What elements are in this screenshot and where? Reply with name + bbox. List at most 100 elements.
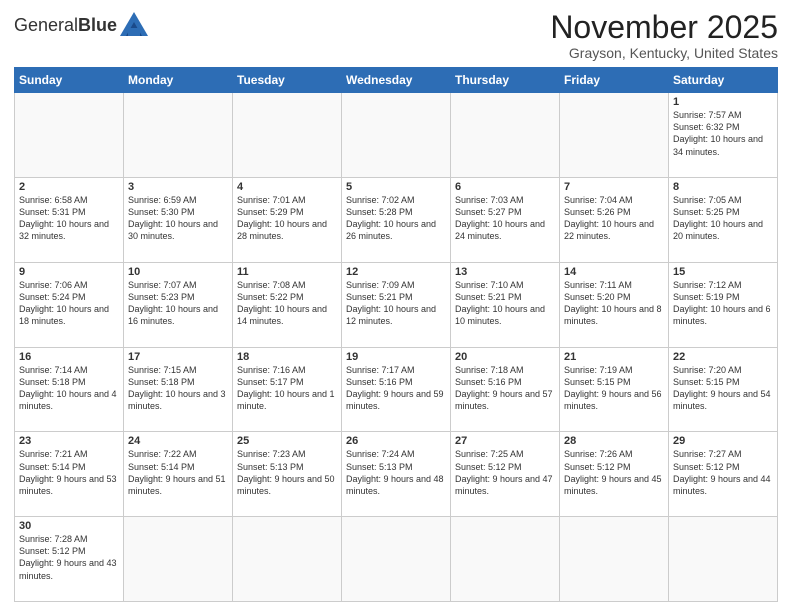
day-info: Sunrise: 7:01 AM Sunset: 5:29 PM Dayligh… xyxy=(237,194,337,243)
day-number: 17 xyxy=(128,351,228,363)
calendar-cell: 21Sunrise: 7:19 AM Sunset: 5:15 PM Dayli… xyxy=(560,347,669,432)
day-number: 19 xyxy=(346,351,446,363)
calendar-cell: 6Sunrise: 7:03 AM Sunset: 5:27 PM Daylig… xyxy=(451,177,560,262)
day-info: Sunrise: 7:14 AM Sunset: 5:18 PM Dayligh… xyxy=(19,364,119,413)
day-info: Sunrise: 7:03 AM Sunset: 5:27 PM Dayligh… xyxy=(455,194,555,243)
calendar-cell: 28Sunrise: 7:26 AM Sunset: 5:12 PM Dayli… xyxy=(560,432,669,517)
calendar-cell: 20Sunrise: 7:18 AM Sunset: 5:16 PM Dayli… xyxy=(451,347,560,432)
calendar-cell: 13Sunrise: 7:10 AM Sunset: 5:21 PM Dayli… xyxy=(451,262,560,347)
calendar-cell xyxy=(451,93,560,178)
day-info: Sunrise: 7:57 AM Sunset: 6:32 PM Dayligh… xyxy=(673,109,773,158)
calendar-cell xyxy=(124,517,233,602)
day-number: 11 xyxy=(237,266,337,278)
day-info: Sunrise: 7:27 AM Sunset: 5:12 PM Dayligh… xyxy=(673,448,773,497)
title-section: November 2025 Grayson, Kentucky, United … xyxy=(550,10,778,61)
day-number: 30 xyxy=(19,520,119,532)
day-info: Sunrise: 7:09 AM Sunset: 5:21 PM Dayligh… xyxy=(346,279,446,328)
day-number: 6 xyxy=(455,181,555,193)
day-number: 7 xyxy=(564,181,664,193)
calendar-cell: 25Sunrise: 7:23 AM Sunset: 5:13 PM Dayli… xyxy=(233,432,342,517)
day-number: 27 xyxy=(455,435,555,447)
calendar-cell xyxy=(233,517,342,602)
day-number: 24 xyxy=(128,435,228,447)
calendar-cell: 5Sunrise: 7:02 AM Sunset: 5:28 PM Daylig… xyxy=(342,177,451,262)
calendar-cell xyxy=(451,517,560,602)
calendar-cell: 3Sunrise: 6:59 AM Sunset: 5:30 PM Daylig… xyxy=(124,177,233,262)
day-of-week-header: Tuesday xyxy=(233,68,342,93)
calendar-cell: 27Sunrise: 7:25 AM Sunset: 5:12 PM Dayli… xyxy=(451,432,560,517)
calendar-cell: 15Sunrise: 7:12 AM Sunset: 5:19 PM Dayli… xyxy=(669,262,778,347)
calendar-cell: 26Sunrise: 7:24 AM Sunset: 5:13 PM Dayli… xyxy=(342,432,451,517)
day-of-week-header: Friday xyxy=(560,68,669,93)
calendar-cell: 23Sunrise: 7:21 AM Sunset: 5:14 PM Dayli… xyxy=(15,432,124,517)
header: GeneralBlue November 2025 Grayson, Kentu… xyxy=(14,10,778,61)
day-info: Sunrise: 7:26 AM Sunset: 5:12 PM Dayligh… xyxy=(564,448,664,497)
calendar-cell: 22Sunrise: 7:20 AM Sunset: 5:15 PM Dayli… xyxy=(669,347,778,432)
logo: GeneralBlue xyxy=(14,14,148,38)
day-number: 1 xyxy=(673,96,773,108)
calendar-cell xyxy=(669,517,778,602)
day-number: 18 xyxy=(237,351,337,363)
calendar-cell: 24Sunrise: 7:22 AM Sunset: 5:14 PM Dayli… xyxy=(124,432,233,517)
calendar-cell: 1Sunrise: 7:57 AM Sunset: 6:32 PM Daylig… xyxy=(669,93,778,178)
calendar-cell xyxy=(15,93,124,178)
day-of-week-header: Wednesday xyxy=(342,68,451,93)
calendar-cell: 7Sunrise: 7:04 AM Sunset: 5:26 PM Daylig… xyxy=(560,177,669,262)
day-number: 28 xyxy=(564,435,664,447)
day-info: Sunrise: 7:15 AM Sunset: 5:18 PM Dayligh… xyxy=(128,364,228,413)
calendar-cell: 10Sunrise: 7:07 AM Sunset: 5:23 PM Dayli… xyxy=(124,262,233,347)
day-info: Sunrise: 7:12 AM Sunset: 5:19 PM Dayligh… xyxy=(673,279,773,328)
day-number: 8 xyxy=(673,181,773,193)
day-info: Sunrise: 7:19 AM Sunset: 5:15 PM Dayligh… xyxy=(564,364,664,413)
day-number: 29 xyxy=(673,435,773,447)
day-of-week-header: Thursday xyxy=(451,68,560,93)
calendar-cell: 11Sunrise: 7:08 AM Sunset: 5:22 PM Dayli… xyxy=(233,262,342,347)
day-number: 22 xyxy=(673,351,773,363)
location: Grayson, Kentucky, United States xyxy=(550,45,778,61)
day-number: 2 xyxy=(19,181,119,193)
page: GeneralBlue November 2025 Grayson, Kentu… xyxy=(0,0,792,612)
day-number: 5 xyxy=(346,181,446,193)
day-number: 10 xyxy=(128,266,228,278)
day-info: Sunrise: 7:02 AM Sunset: 5:28 PM Dayligh… xyxy=(346,194,446,243)
calendar-cell xyxy=(342,517,451,602)
calendar-cell: 9Sunrise: 7:06 AM Sunset: 5:24 PM Daylig… xyxy=(15,262,124,347)
calendar-cell xyxy=(124,93,233,178)
day-info: Sunrise: 7:22 AM Sunset: 5:14 PM Dayligh… xyxy=(128,448,228,497)
calendar-cell: 4Sunrise: 7:01 AM Sunset: 5:29 PM Daylig… xyxy=(233,177,342,262)
day-number: 12 xyxy=(346,266,446,278)
calendar-cell: 30Sunrise: 7:28 AM Sunset: 5:12 PM Dayli… xyxy=(15,517,124,602)
day-info: Sunrise: 7:17 AM Sunset: 5:16 PM Dayligh… xyxy=(346,364,446,413)
day-number: 20 xyxy=(455,351,555,363)
day-info: Sunrise: 7:08 AM Sunset: 5:22 PM Dayligh… xyxy=(237,279,337,328)
day-number: 4 xyxy=(237,181,337,193)
day-info: Sunrise: 7:07 AM Sunset: 5:23 PM Dayligh… xyxy=(128,279,228,328)
day-info: Sunrise: 7:16 AM Sunset: 5:17 PM Dayligh… xyxy=(237,364,337,413)
day-info: Sunrise: 7:11 AM Sunset: 5:20 PM Dayligh… xyxy=(564,279,664,328)
day-number: 9 xyxy=(19,266,119,278)
day-info: Sunrise: 7:23 AM Sunset: 5:13 PM Dayligh… xyxy=(237,448,337,497)
day-info: Sunrise: 6:58 AM Sunset: 5:31 PM Dayligh… xyxy=(19,194,119,243)
calendar-cell: 2Sunrise: 6:58 AM Sunset: 5:31 PM Daylig… xyxy=(15,177,124,262)
day-of-week-header: Sunday xyxy=(15,68,124,93)
day-info: Sunrise: 7:21 AM Sunset: 5:14 PM Dayligh… xyxy=(19,448,119,497)
calendar-cell: 16Sunrise: 7:14 AM Sunset: 5:18 PM Dayli… xyxy=(15,347,124,432)
month-title: November 2025 xyxy=(550,10,778,45)
calendar-cell: 12Sunrise: 7:09 AM Sunset: 5:21 PM Dayli… xyxy=(342,262,451,347)
day-info: Sunrise: 7:06 AM Sunset: 5:24 PM Dayligh… xyxy=(19,279,119,328)
day-number: 3 xyxy=(128,181,228,193)
day-info: Sunrise: 7:10 AM Sunset: 5:21 PM Dayligh… xyxy=(455,279,555,328)
logo-icon xyxy=(120,12,148,36)
day-number: 21 xyxy=(564,351,664,363)
day-number: 25 xyxy=(237,435,337,447)
day-number: 23 xyxy=(19,435,119,447)
calendar-cell xyxy=(560,517,669,602)
calendar-cell: 14Sunrise: 7:11 AM Sunset: 5:20 PM Dayli… xyxy=(560,262,669,347)
day-info: Sunrise: 6:59 AM Sunset: 5:30 PM Dayligh… xyxy=(128,194,228,243)
calendar-header-row: SundayMondayTuesdayWednesdayThursdayFrid… xyxy=(15,68,778,93)
calendar-cell: 18Sunrise: 7:16 AM Sunset: 5:17 PM Dayli… xyxy=(233,347,342,432)
day-info: Sunrise: 7:18 AM Sunset: 5:16 PM Dayligh… xyxy=(455,364,555,413)
day-info: Sunrise: 7:28 AM Sunset: 5:12 PM Dayligh… xyxy=(19,533,119,582)
day-info: Sunrise: 7:24 AM Sunset: 5:13 PM Dayligh… xyxy=(346,448,446,497)
calendar-cell xyxy=(233,93,342,178)
